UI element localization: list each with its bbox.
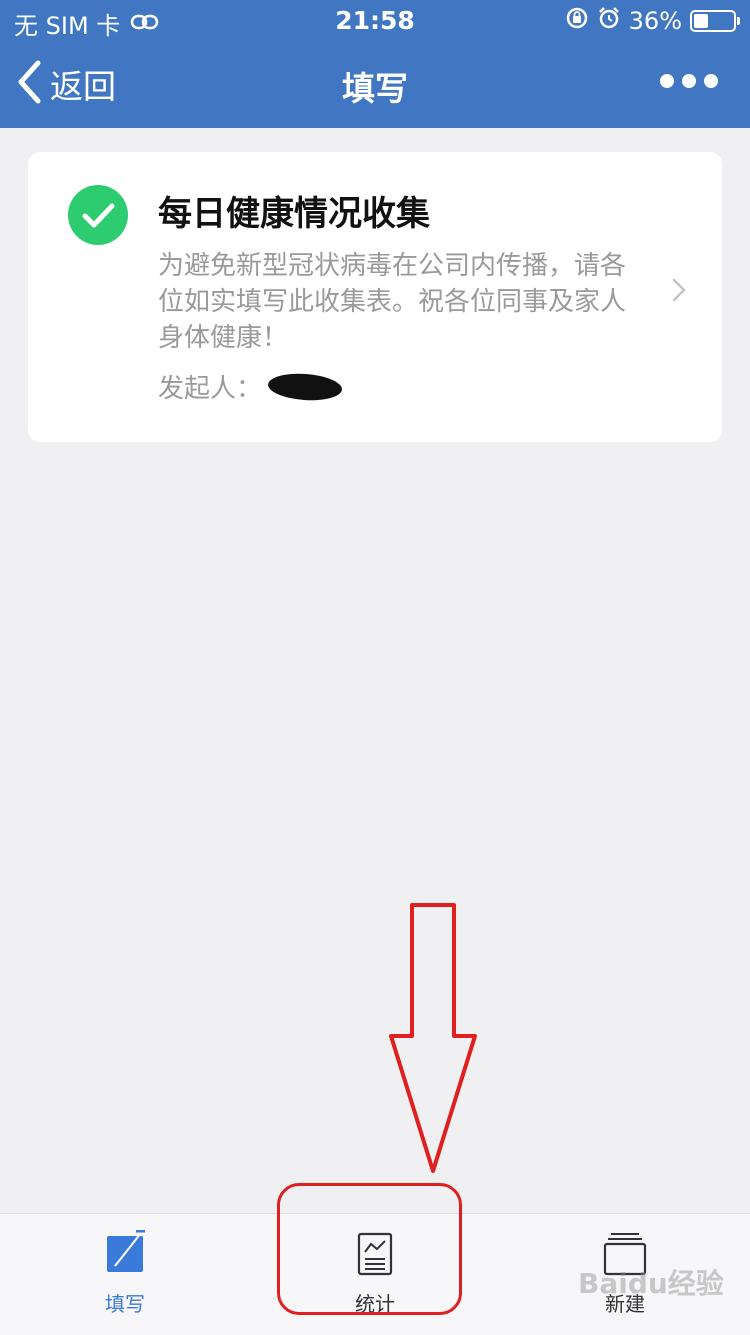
initiator-row: 发起人： <box>158 368 343 405</box>
more-dot <box>660 74 674 88</box>
app-header: 无 SIM 卡 21:58 36% 返回 填写 <box>0 0 750 128</box>
more-button[interactable] <box>660 74 718 88</box>
battery-cap <box>737 17 740 25</box>
form-description: 为避免新型冠状病毒在公司内传播，请各位如实填写此收集表。祝各位同事及家人身体健康… <box>158 251 627 353</box>
form-title: 每日健康情况收集 <box>158 194 430 234</box>
battery-percent: 36% <box>628 7 682 35</box>
more-dot <box>704 74 718 88</box>
initiator-label: 发起人： <box>158 374 263 404</box>
watermark: Baidu经验 <box>578 1267 724 1300</box>
rotation-lock-icon <box>565 6 589 36</box>
edit-icon <box>55 1229 195 1278</box>
battery-level <box>694 14 708 28</box>
battery-icon <box>690 10 740 32</box>
redaction-mark <box>267 370 343 403</box>
more-dot <box>682 74 696 88</box>
status-right: 36% <box>565 6 740 36</box>
annotation-arrow <box>385 903 481 1179</box>
page-title: 填写 <box>342 69 408 108</box>
form-card[interactable]: 每日健康情况收集 为避免新型冠状病毒在公司内传播，请各位如实填写此收集表。祝各位… <box>28 152 722 442</box>
nav-bar: 返回 填写 <box>0 40 750 128</box>
chevron-right-icon <box>672 278 686 306</box>
status-bar: 无 SIM 卡 21:58 36% <box>0 0 750 40</box>
tab-label: 填写 <box>105 1292 145 1316</box>
check-circle-icon <box>68 185 128 245</box>
alarm-icon <box>597 6 621 36</box>
tab-fill[interactable]: 填写 <box>55 1229 195 1317</box>
annotation-highlight-box <box>277 1183 462 1315</box>
